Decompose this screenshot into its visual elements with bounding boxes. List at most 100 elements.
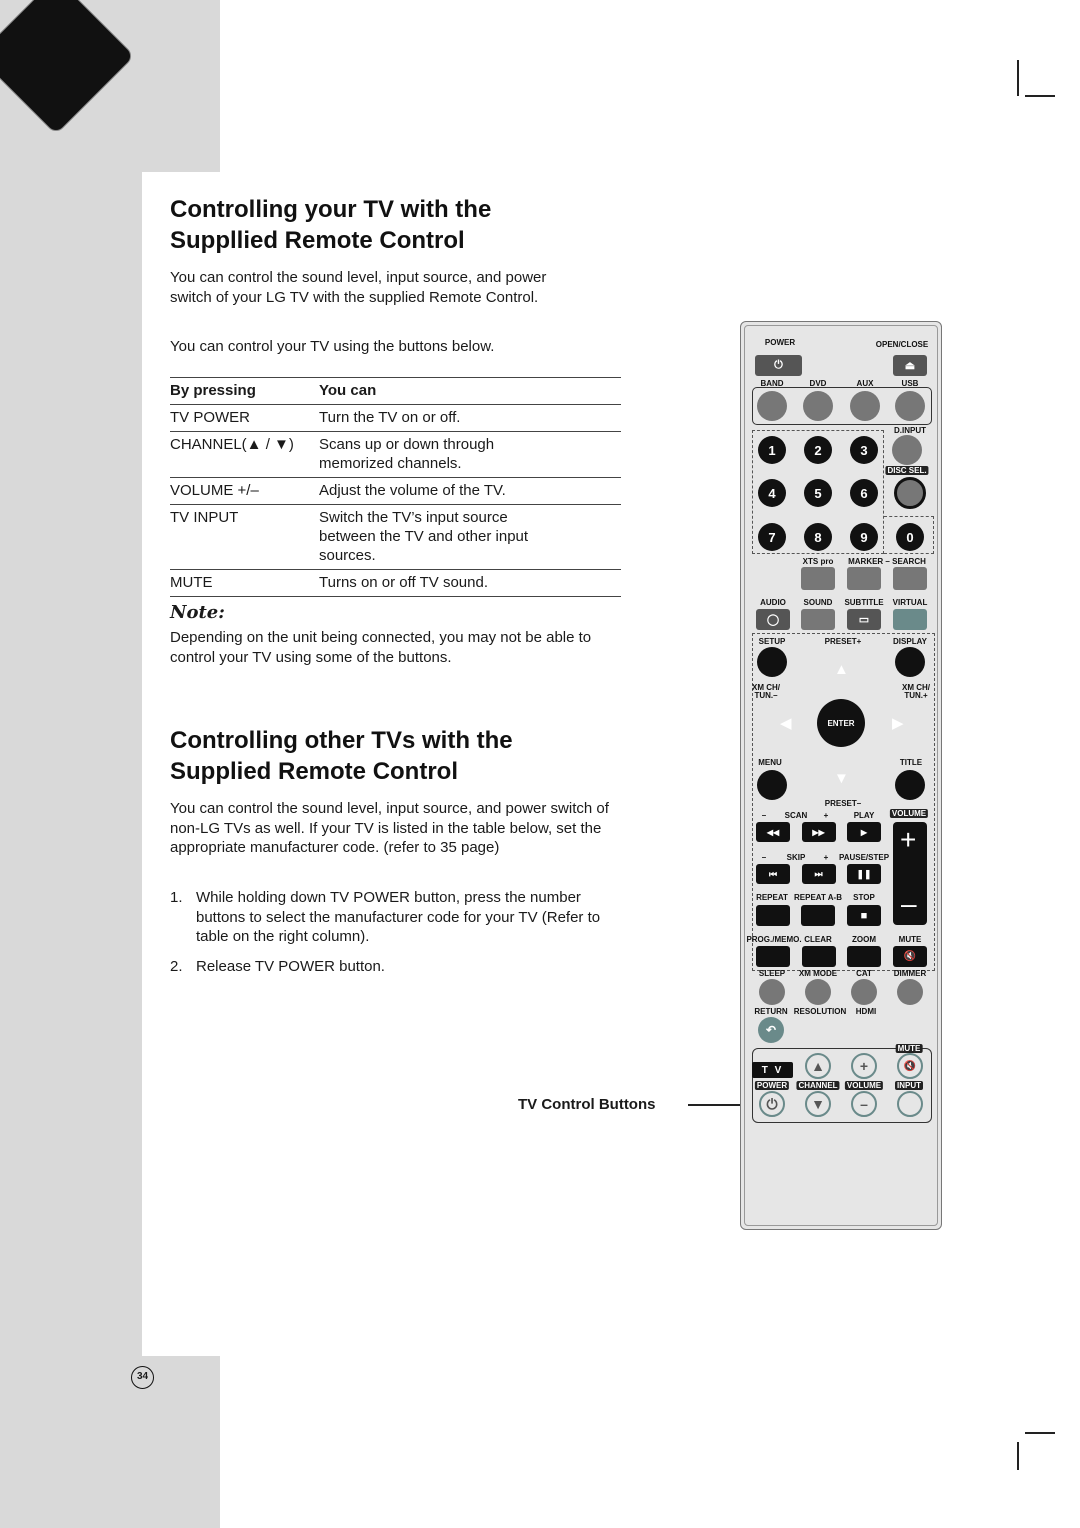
cat-button[interactable] bbox=[851, 979, 877, 1005]
tv-volume-down-button[interactable]: – bbox=[851, 1091, 877, 1117]
search-button[interactable] bbox=[893, 567, 927, 590]
audio-button[interactable]: ◯ bbox=[756, 609, 790, 630]
number-8-button[interactable]: 8 bbox=[804, 523, 832, 551]
remote-label-marker-search: MARKER – SEARCH bbox=[848, 557, 926, 566]
subtitle-button[interactable]: ▭ bbox=[847, 609, 881, 630]
remote-label-d-input: D.INPUT bbox=[894, 426, 926, 435]
tv-channel-down-icon: ▼ bbox=[811, 1096, 825, 1112]
d-input-button[interactable] bbox=[892, 435, 922, 465]
aux-button[interactable] bbox=[850, 391, 880, 421]
remote-label-sleep: SLEEP bbox=[758, 969, 786, 978]
number-5-button[interactable]: 5 bbox=[804, 479, 832, 507]
repeat-button[interactable] bbox=[756, 905, 790, 926]
remote-label-volume: VOLUME bbox=[889, 809, 929, 818]
crop-mark bbox=[1017, 1442, 1019, 1470]
remote-label-setup: SETUP bbox=[758, 637, 786, 646]
number-3-button[interactable]: 3 bbox=[850, 436, 878, 464]
clear-button[interactable] bbox=[801, 946, 836, 967]
number-0-button[interactable]: 0 bbox=[896, 523, 924, 551]
right-arrow-icon: ▶ bbox=[892, 715, 904, 732]
repeat-a-b-button[interactable] bbox=[801, 905, 835, 926]
open-close-button[interactable]: ⏏ bbox=[893, 355, 927, 376]
intro-paragraph: You can control the sound level, input s… bbox=[170, 268, 630, 307]
prog-memo-button[interactable] bbox=[756, 946, 790, 967]
number-1-button[interactable]: 1 bbox=[758, 436, 786, 464]
menu-button[interactable] bbox=[757, 770, 787, 800]
number-2-button[interactable]: 2 bbox=[804, 436, 832, 464]
power-button[interactable]: ⏻ bbox=[755, 355, 802, 376]
number-7-button[interactable]: 7 bbox=[758, 523, 786, 551]
usb-button[interactable] bbox=[895, 391, 925, 421]
step-text: While holding down TV POWER button, pres… bbox=[196, 889, 601, 946]
remote-label-dimmer: DIMMER bbox=[893, 969, 927, 978]
scan-forward-button[interactable]: ▶▶ bbox=[801, 822, 836, 842]
remote-label--: + bbox=[823, 811, 829, 820]
remote-label-mute: MUTE bbox=[895, 1044, 923, 1053]
number-4-button[interactable]: 4 bbox=[758, 479, 786, 507]
remote-label-preset-: PRESET+ bbox=[824, 637, 862, 646]
remote-label-cat: CAT bbox=[856, 969, 872, 978]
skip-forward-button[interactable]: ⏭ bbox=[801, 864, 836, 884]
table-row: TV POWER Turn the TV on or off. bbox=[170, 404, 621, 432]
tv-channel-down-button[interactable]: ▼ bbox=[805, 1091, 831, 1117]
stop-button[interactable]: ■ bbox=[847, 905, 881, 926]
audio-icon: ◯ bbox=[766, 614, 780, 626]
sound-button[interactable] bbox=[801, 609, 835, 630]
remote-label-aux: AUX bbox=[856, 379, 874, 388]
tv-channel-up-button[interactable]: ▲ bbox=[805, 1053, 831, 1079]
cell-value: Turn the TV on or off. bbox=[319, 404, 621, 432]
return-button[interactable]: ↶ bbox=[758, 1017, 784, 1043]
play-icon: ▶ bbox=[860, 827, 868, 837]
scan-back-button[interactable]: ◀◀ bbox=[756, 822, 790, 842]
cell-key: MUTE bbox=[170, 569, 319, 597]
margin-band-side bbox=[0, 172, 142, 1356]
remote-label-pause-step: PAUSE/STEP bbox=[838, 853, 890, 862]
remote-label-prog-memo-: PROG./MEMO. bbox=[746, 935, 802, 944]
number-6-button[interactable]: 6 bbox=[850, 479, 878, 507]
xm-mode-button[interactable] bbox=[805, 979, 831, 1005]
title-line: Suppllied Remote Control bbox=[170, 227, 465, 254]
display-button[interactable] bbox=[895, 647, 925, 677]
remote-label-mute: MUTE bbox=[898, 935, 922, 944]
play-button[interactable]: ▶ bbox=[847, 822, 881, 842]
remote-label-channel: CHANNEL bbox=[796, 1081, 840, 1090]
marker-button[interactable] bbox=[847, 567, 881, 590]
zoom-button[interactable] bbox=[847, 946, 881, 967]
dimmer-button[interactable] bbox=[897, 979, 923, 1005]
cell-key: TV INPUT bbox=[170, 504, 319, 570]
remote-label-input: INPUT bbox=[895, 1081, 923, 1090]
remote-label-subtitle: SUBTITLE bbox=[844, 598, 884, 607]
band-button[interactable] bbox=[757, 391, 787, 421]
enter-button[interactable]: ENTER bbox=[817, 699, 865, 747]
disc-sel-button[interactable] bbox=[894, 477, 926, 509]
header-cell: You can bbox=[319, 377, 621, 405]
xts-pro-button[interactable] bbox=[801, 567, 835, 590]
table-header: By pressing You can bbox=[170, 377, 621, 405]
pause-step-button[interactable]: ❚❚ bbox=[847, 864, 881, 884]
remote-label--: – bbox=[761, 811, 767, 820]
virtual-button[interactable] bbox=[893, 609, 927, 630]
volume-up-icon: + bbox=[900, 824, 917, 855]
table-row: MUTE Turns on or off TV sound. bbox=[170, 569, 621, 597]
setup-button[interactable] bbox=[757, 647, 787, 677]
remote-label--: – bbox=[761, 853, 767, 862]
mute-button[interactable]: 🔇 bbox=[893, 946, 927, 967]
tv-volume-up-button[interactable]: + bbox=[851, 1053, 877, 1079]
title-button[interactable] bbox=[895, 770, 925, 800]
step: 1. While holding down TV POWER button, pr… bbox=[170, 888, 625, 947]
sleep-button[interactable] bbox=[759, 979, 785, 1005]
note-text: Depending on the unit being connected, y… bbox=[170, 629, 592, 666]
skip-back-button[interactable]: ⏮ bbox=[756, 864, 790, 884]
tv-power-button[interactable]: ⏻ bbox=[759, 1091, 785, 1117]
tv-input-button[interactable] bbox=[897, 1091, 923, 1117]
cell-value: Scans up or down through memorized chann… bbox=[319, 431, 621, 478]
number-9-button[interactable]: 9 bbox=[850, 523, 878, 551]
tv-control-buttons-caption: TV Control Buttons bbox=[518, 1096, 656, 1113]
stop-icon: ■ bbox=[860, 909, 868, 922]
dvd-button[interactable] bbox=[803, 391, 833, 421]
header-cell: By pressing bbox=[170, 377, 319, 405]
remote-label-menu: MENU bbox=[758, 758, 782, 767]
tv-mute-button[interactable]: 🔇 bbox=[897, 1053, 923, 1079]
tv-volume-up-icon: + bbox=[859, 1058, 869, 1074]
remote-label-sound: SOUND bbox=[803, 598, 833, 607]
